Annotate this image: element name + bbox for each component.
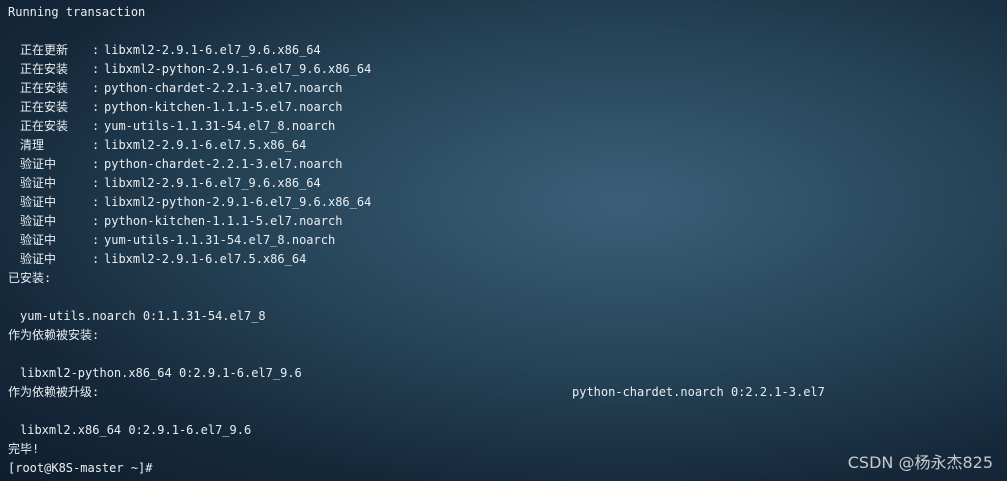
transaction-line: 清理: libxml2-2.9.1-6.el7.5.x86_64	[8, 117, 1007, 152]
section-dep-installed-title: 作为依赖被安装:	[8, 328, 100, 342]
transaction-header: Running transaction	[8, 5, 146, 19]
transaction-line: 正在更新: libxml2-2.9.1-6.el7_9.6.x86_64	[8, 22, 1007, 57]
transaction-line: 验证中: python-kitchen-1.1.1-5.el7.noarch	[8, 193, 1007, 228]
dep-updated-item: libxml2.x86_64 0:2.9.1-6.el7_9.6	[8, 402, 1007, 437]
section-dep-updated-title: 作为依赖被升级:	[8, 385, 100, 399]
transaction-line: 验证中: libxml2-python-2.9.1-6.el7_9.6.x86_6…	[8, 174, 1007, 209]
transaction-line: 验证中: libxml2-2.9.1-6.el7.5.x86_64	[8, 231, 1007, 266]
transaction-line: 正在安装: libxml2-python-2.9.1-6.el7_9.6.x86_…	[8, 41, 1007, 76]
transaction-line: 验证中: libxml2-2.9.1-6.el7_9.6.x86_64	[8, 155, 1007, 190]
section-installed-title: 已安装:	[8, 271, 52, 285]
terminal-output[interactable]: Running transaction 正在更新: libxml2-2.9.1-6…	[8, 3, 1007, 478]
dep-installed-item: libxml2-python.x86_64 0:2.9.1-6.el7_9.6 …	[8, 345, 1007, 399]
installed-item: yum-utils.noarch 0:1.1.31-54.el7_8	[8, 288, 1007, 323]
transaction-line: 正在安装: yum-utils-1.1.31-54.el7_8.noarch	[8, 98, 1007, 133]
watermark: CSDN @杨永杰825	[847, 453, 993, 472]
transaction-line: 正在安装: python-kitchen-1.1.1-5.el7.noarch	[8, 79, 1007, 114]
transaction-line: 正在安装: python-chardet-2.2.1-3.el7.noarch	[8, 60, 1007, 95]
transaction-line: 验证中: python-chardet-2.2.1-3.el7.noarch	[8, 136, 1007, 171]
transaction-line: 验证中: yum-utils-1.1.31-54.el7_8.noarch	[8, 212, 1007, 247]
